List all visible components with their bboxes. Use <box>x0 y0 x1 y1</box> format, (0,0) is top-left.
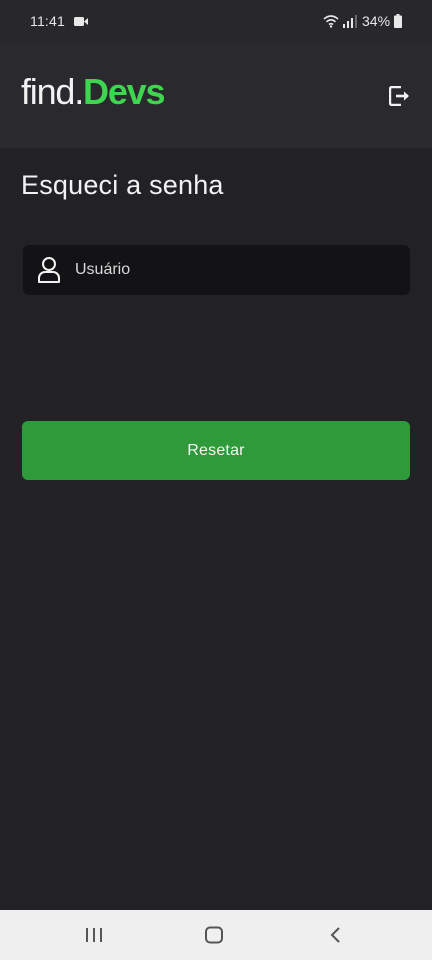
logo-text-devs: Devs <box>83 71 165 112</box>
battery-percentage: 34% <box>362 13 391 29</box>
logout-icon <box>389 86 409 106</box>
video-icon <box>74 17 88 26</box>
forgot-password-screen: 11:41 34% find.Devs Esqueci a senha Usuá… <box>0 0 432 960</box>
home-icon <box>205 926 223 944</box>
battery-icon <box>394 14 402 28</box>
system-nav-bar <box>0 910 432 960</box>
recents-icon <box>86 928 102 942</box>
username-field-container <box>23 245 410 295</box>
app-header: find.Devs <box>0 44 432 148</box>
status-bar: 11:41 34% <box>0 0 432 44</box>
home-button[interactable] <box>184 910 244 960</box>
page-title: Esqueci a senha <box>21 170 224 200</box>
signal-icon <box>343 15 357 28</box>
wifi-icon <box>323 15 339 28</box>
user-icon <box>38 257 60 283</box>
logo-text-find: find. <box>21 71 84 112</box>
status-time: 11:41 <box>30 13 65 29</box>
back-icon <box>330 927 340 943</box>
reset-button[interactable]: Resetar <box>22 421 410 480</box>
logout-button[interactable] <box>386 82 414 110</box>
back-button[interactable] <box>306 910 366 960</box>
username-input[interactable] <box>75 245 395 295</box>
recents-button[interactable] <box>64 910 124 960</box>
app-logo: find.Devs <box>21 70 166 114</box>
